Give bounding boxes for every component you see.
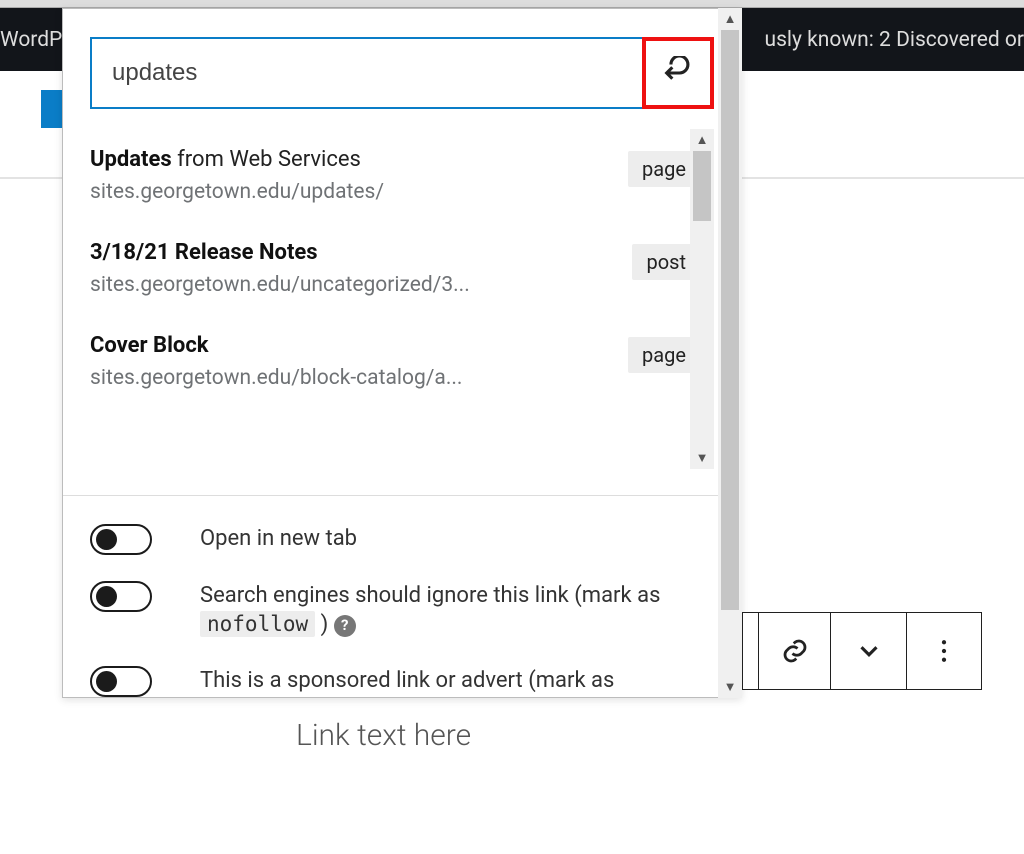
option-text: ) <box>321 612 334 637</box>
toolbar-fragment <box>743 613 759 689</box>
option-text: Search engines should ignore this link (… <box>200 583 660 608</box>
dropdown-button[interactable] <box>831 613 907 689</box>
scroll-up-arrow-icon[interactable]: ▲ <box>724 8 737 30</box>
link-text-placeholder[interactable]: Link text here <box>296 718 471 753</box>
admin-bar-right-text: usly known: 2 Discovered or <box>765 28 1024 52</box>
result-url: sites.georgetown.edu/uncategorized/3... <box>90 273 632 297</box>
help-icon[interactable]: ? <box>334 615 356 637</box>
option-nofollow: Search engines should ignore this link (… <box>90 581 714 640</box>
result-item[interactable]: Updates from Web Services sites.georgeto… <box>90 129 714 222</box>
scroll-track[interactable] <box>718 30 742 676</box>
scroll-thumb[interactable] <box>721 30 739 610</box>
option-open-new-tab: Open in new tab <box>90 524 714 555</box>
scroll-up-arrow-icon[interactable]: ▲ <box>696 129 709 151</box>
link-icon <box>780 636 810 666</box>
option-sponsored: This is a sponsored link or advert (mark… <box>90 666 714 697</box>
link-results: Updates from Web Services sites.georgeto… <box>63 129 741 495</box>
option-label: Open in new tab <box>200 524 357 554</box>
result-item[interactable]: Cover Block sites.georgetown.edu/block-c… <box>90 315 714 408</box>
more-vertical-icon <box>929 636 959 666</box>
popover-scrollbar[interactable]: ▲ ▼ <box>718 8 742 698</box>
toggle-knob <box>96 671 117 692</box>
link-options: Open in new tab Search engines should ig… <box>63 495 741 697</box>
submit-link-button[interactable] <box>642 37 714 109</box>
window-chrome-bar <box>0 0 1024 8</box>
scroll-down-arrow-icon[interactable]: ▼ <box>724 676 737 698</box>
toggle-knob <box>96 529 117 550</box>
results-scrollbar[interactable]: ▲ ▼ <box>690 129 714 469</box>
result-title-bold: Updates <box>90 147 172 172</box>
result-title: Updates from Web Services <box>90 147 628 172</box>
chevron-down-icon <box>854 636 884 666</box>
result-title: Cover Block <box>90 333 628 358</box>
scroll-thumb[interactable] <box>693 151 711 221</box>
result-title-rest: 3/18/21 Release Notes <box>90 240 318 265</box>
result-title-rest: from Web Services <box>172 147 361 172</box>
block-toolbar <box>742 612 982 690</box>
toggle-open-new-tab[interactable] <box>90 524 152 555</box>
link-url-input[interactable] <box>92 39 712 107</box>
link-button[interactable] <box>759 613 831 689</box>
link-search-wrap <box>90 37 714 109</box>
result-title-rest: Cover Block <box>90 333 209 358</box>
toggle-sponsored[interactable] <box>90 666 152 697</box>
option-label: This is a sponsored link or advert (mark… <box>200 666 614 696</box>
result-url: sites.georgetown.edu/updates/ <box>90 180 628 204</box>
option-label: Search engines should ignore this link (… <box>200 581 714 640</box>
toggle-nofollow[interactable] <box>90 581 152 612</box>
link-results-inner[interactable]: Updates from Web Services sites.georgeto… <box>90 129 714 469</box>
result-url: sites.georgetown.edu/block-catalog/a... <box>90 366 628 390</box>
admin-bar-left-text: WordP <box>0 28 62 52</box>
result-item[interactable]: 3/18/21 Release Notes sites.georgetown.e… <box>90 222 714 315</box>
link-search-area <box>63 9 741 129</box>
scroll-track[interactable] <box>690 151 714 447</box>
result-title: 3/18/21 Release Notes <box>90 240 632 265</box>
more-options-button[interactable] <box>907 613 981 689</box>
enter-icon <box>661 56 695 90</box>
toggle-knob <box>96 586 117 607</box>
scroll-down-arrow-icon[interactable]: ▼ <box>696 447 709 469</box>
link-popover: Updates from Web Services sites.georgeto… <box>62 8 742 698</box>
editor-toolbar-fragment <box>41 90 63 128</box>
option-code: nofollow <box>200 611 315 637</box>
